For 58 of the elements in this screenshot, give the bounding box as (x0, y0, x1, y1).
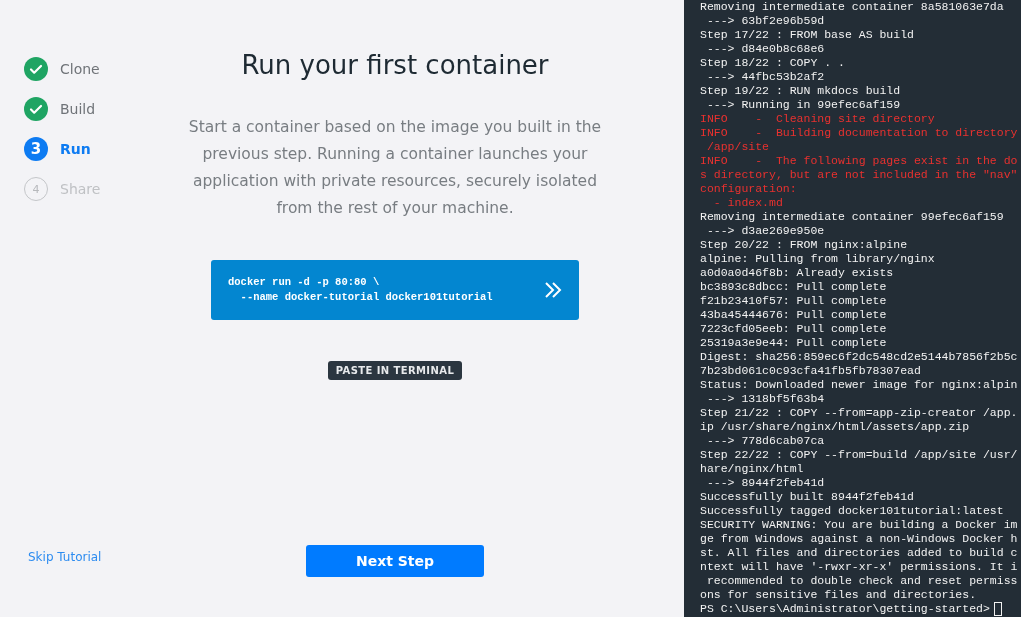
terminal-prompt: PS C:\Users\Administrator\getting-started> (700, 602, 990, 616)
terminal-line: configuration: (700, 182, 797, 196)
terminal-line: alpine: Pulling from library/nginx (700, 252, 935, 266)
terminal-line: recommended to double check and reset permiss (705, 574, 1018, 588)
terminal-line: ntext will have '-rwxr-xr-x' permissions. It i (700, 560, 1018, 574)
terminal-line: Removing intermediate container 99efec6af159 (700, 210, 1004, 224)
terminal-line: Status: Downloaded newer image for nginx:alpin (700, 378, 1018, 392)
terminal-line: ---> 778d6cab07ca (705, 434, 825, 448)
step-label[interactable]: Run (60, 141, 91, 157)
description-text: Start a container based on the image you built in the previous step. Running a container launches your application with private resources, securely isolated from the rest of your machine. (187, 117, 603, 219)
terminal-line: Step 18/22 : COPY . . (700, 56, 845, 70)
terminal-line: ---> 44fbc53b2af2 (705, 70, 825, 84)
terminal-line: 7b23bd061c0c93cfa41fb5fb78307ead (700, 364, 921, 378)
terminal-line: ---> d84e0b8c68e6 (705, 42, 825, 56)
text-cursor (993, 602, 1002, 616)
terminal-line: - index.md (712, 196, 783, 210)
terminal-line: Step 19/22 : RUN mkdocs build (700, 84, 901, 98)
terminal-line: ge from Windows against a non-Windows Docker h (700, 532, 1018, 546)
step-number: 3 (24, 137, 48, 161)
terminal-line: Step 22/22 : COPY --from=build /app/site /usr/ (700, 448, 1018, 462)
terminal-line: Step 21/22 : COPY --from=app-zip-creator /app. (700, 406, 1018, 420)
tooltip: PASTE IN TERMINAL (327, 361, 463, 380)
terminal-line: Step 17/22 : FROM base AS build (700, 28, 914, 42)
double-chevron-icon (543, 280, 563, 300)
terminal-line: s directory, but are not included in the "nav" (700, 168, 1018, 182)
step-label[interactable]: Build (60, 101, 96, 117)
terminal-line: Digest: sha256:859ec6f2dc548cd2e5144b7856f2b5c (700, 350, 1018, 364)
page-title: Run your first container (241, 50, 549, 80)
terminal-line: SECURITY WARNING: You are building a Docker im (700, 518, 1018, 532)
terminal-line: Successfully tagged docker101tutorial:latest (700, 504, 1004, 518)
terminal-line: Step 20/22 : FROM nginx:alpine (700, 238, 908, 252)
terminal-line: ons for sensitive files and directories. (700, 588, 977, 602)
terminal-line: ---> 63bf2e96b59d (705, 14, 825, 28)
command-button[interactable]: docker run -d -p 80:80 \ --name docker-tutorial docker101tutorial (211, 260, 579, 320)
terminal-line: ---> d3ae269e950e (705, 224, 825, 238)
terminal-line: /app/site (705, 140, 769, 154)
terminal-line: ---> 1318bf5f63b4 (705, 392, 825, 406)
check-circle-icon (24, 97, 48, 121)
terminal-line: INFO - Cleaning site directory (700, 112, 935, 126)
terminal-line: f21b23410f57: Pull complete (700, 294, 887, 308)
terminal-line: 7223cfd05eeb: Pull complete (700, 322, 887, 336)
terminal-line: a0d0a0d46f8b: Already exists (700, 266, 894, 280)
check-circle-icon (24, 57, 48, 81)
terminal-line: hare/nginx/html (700, 462, 804, 476)
step-label[interactable]: Clone (60, 61, 100, 77)
terminal-line: st. All files and directories added to build c (700, 546, 1018, 560)
next-button[interactable]: Next Step (306, 545, 484, 577)
terminal-line: INFO - Building documentation to directory (700, 126, 1018, 140)
terminal-line: ip /usr/share/nginx/html/assets/app.zip (700, 420, 970, 434)
terminal-line: 25319a3e9e44: Pull complete (700, 336, 887, 350)
terminal-line: ---> Running in 99efec6af159 (705, 98, 901, 112)
terminal-line: ---> 8944f2feb41d (705, 476, 825, 490)
terminal-line: bc3893c8dbcc: Pull complete (700, 280, 887, 294)
terminal-line: Successfully built 8944f2feb41d (700, 490, 914, 504)
terminal-line: 43ba45444676: Pull complete (700, 308, 887, 322)
terminal-line: INFO - The following pages exist in the do (700, 154, 1018, 168)
terminal-line: Removing intermediate container 8a581063e7da (700, 0, 1004, 14)
skip-link[interactable]: Skip Tutorial (28, 549, 102, 564)
